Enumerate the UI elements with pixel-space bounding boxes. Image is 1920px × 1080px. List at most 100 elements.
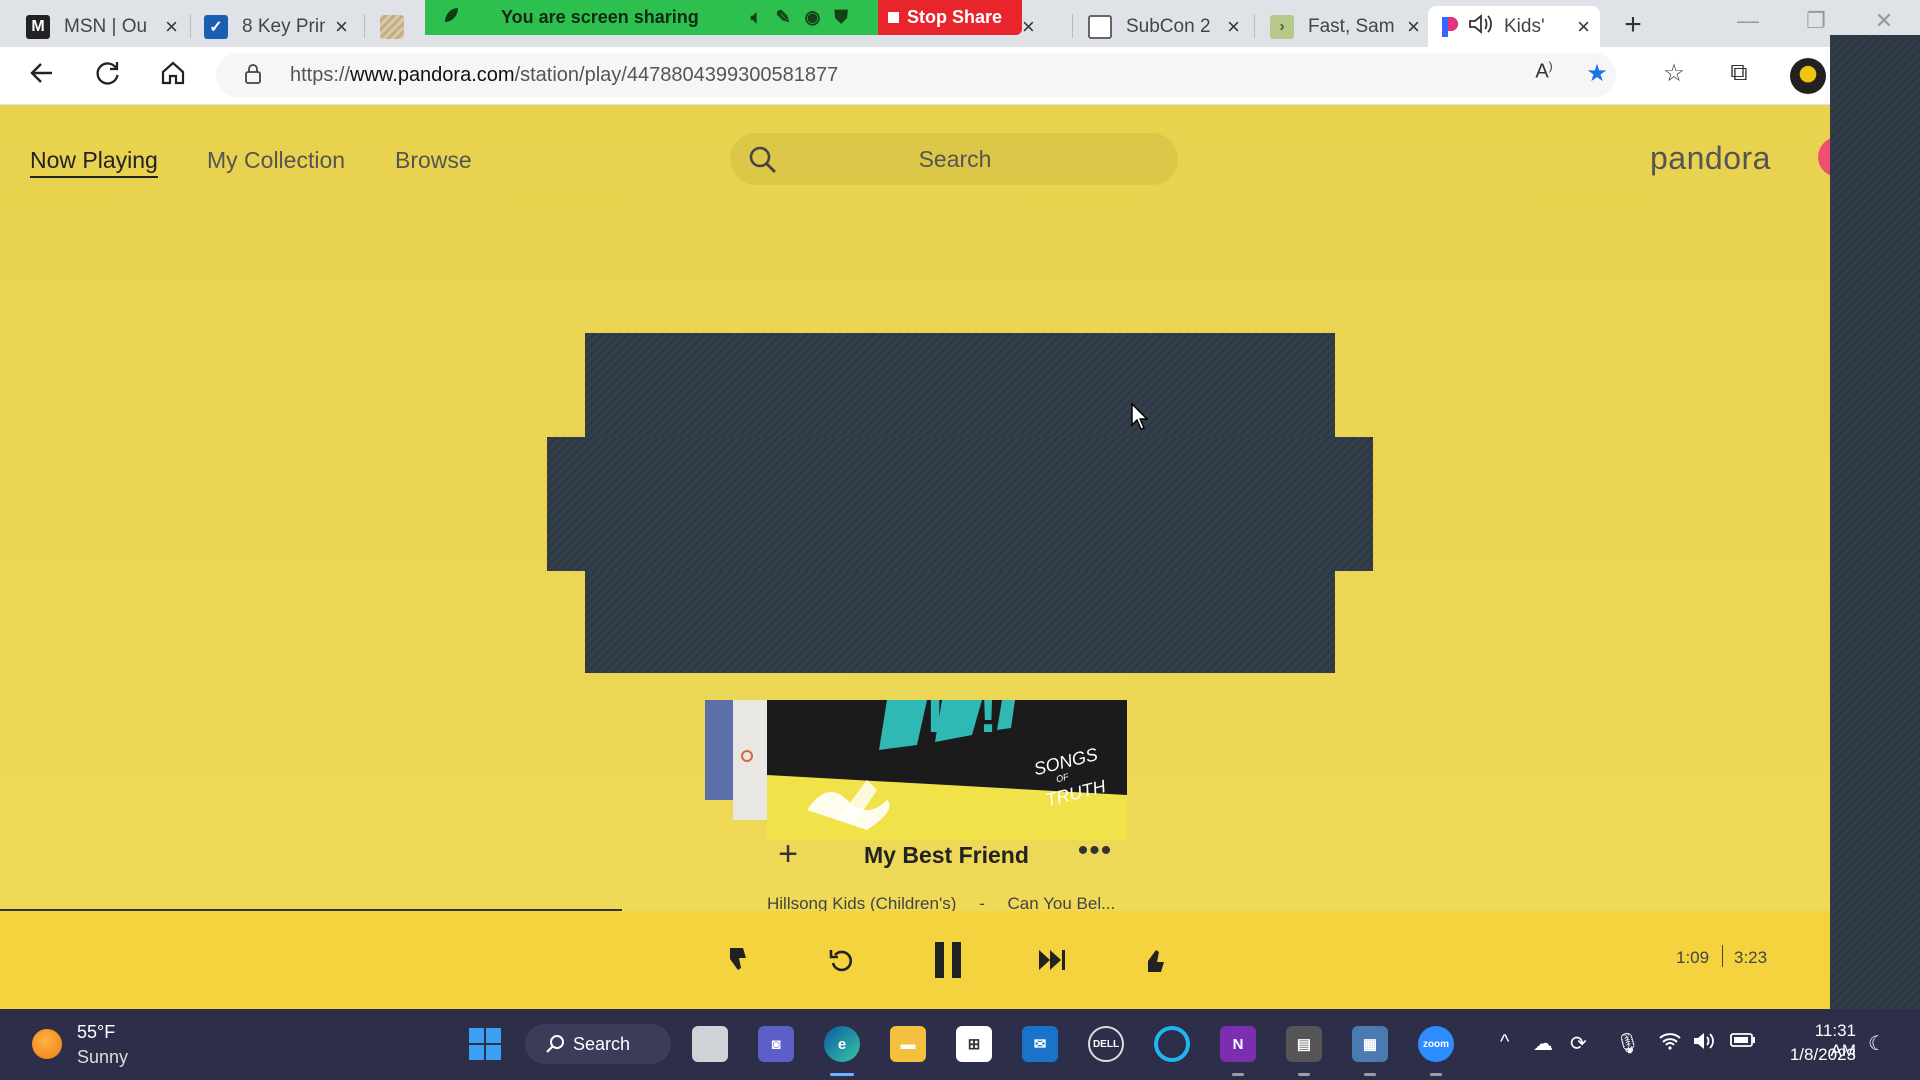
stop-icon (888, 12, 899, 23)
close-window-icon[interactable]: ✕ (1864, 8, 1904, 34)
microphone-icon[interactable]: 🎙︎ (1615, 1031, 1640, 1056)
wifi-icon[interactable] (1658, 1031, 1682, 1057)
search-icon (546, 1035, 564, 1053)
elapsed-time: 1:09 (1676, 948, 1710, 967)
refresh-button[interactable] (90, 59, 126, 95)
tab-untitled[interactable] (370, 6, 426, 47)
search-input[interactable] (790, 133, 1120, 185)
weather-condition[interactable]: Sunny (77, 1047, 128, 1068)
pause-icon (935, 942, 961, 978)
shield-icon[interactable]: ⛊ (834, 7, 848, 28)
profile-avatar[interactable] (1818, 137, 1830, 177)
taskbar-search-label: Search (573, 1033, 631, 1054)
tab-close-hidden[interactable]: × (1022, 6, 1052, 47)
tab-msn[interactable]: M MSN | Ou × (16, 6, 188, 47)
profile-avatar[interactable] (1790, 58, 1826, 94)
restore-icon[interactable]: ❐ (1796, 8, 1836, 34)
back-button[interactable] (24, 59, 60, 95)
lock-icon[interactable] (244, 63, 262, 84)
thumbs-up-button[interactable] (1131, 935, 1181, 985)
url-text: https://www.pandora.com/station/play/447… (290, 64, 838, 87)
address-bar: https://www.pandora.com/station/play/447… (0, 47, 1830, 105)
close-tab-icon[interactable]: × (335, 14, 348, 40)
tab-key-principles[interactable]: ✓ 8 Key Prin × (194, 6, 358, 47)
pause-button[interactable] (923, 935, 973, 985)
nav-my-collection[interactable]: My Collection (207, 147, 345, 174)
printer-icon[interactable]: ▤ (1286, 1026, 1322, 1062)
msn-icon: M (26, 14, 50, 39)
search-icon (748, 145, 778, 180)
zoom-icon[interactable]: zoom (1418, 1026, 1454, 1062)
album-art[interactable]: IT! SONGS OF TRUTH (767, 700, 1127, 840)
close-tab-icon[interactable]: × (1577, 14, 1590, 40)
tab-pandora-kids[interactable]: Kids' × (1428, 6, 1600, 47)
stop-share-button[interactable]: Stop Share (878, 0, 1022, 35)
volume-icon[interactable] (1692, 1031, 1716, 1057)
nav-browse[interactable]: Browse (395, 147, 472, 174)
mail-icon[interactable]: ✉ (1022, 1026, 1058, 1062)
chevron-up-icon[interactable]: ^ (1500, 1031, 1509, 1054)
task-view-icon[interactable] (692, 1026, 728, 1062)
redacted-overlay (1830, 35, 1920, 1009)
speaker-icon[interactable]: 🔈︎ (751, 7, 762, 28)
cloud-icon[interactable]: ☁ (1533, 1031, 1553, 1056)
favorites-icon[interactable]: ☆ (1656, 59, 1692, 88)
url-field[interactable]: https://www.pandora.com/station/play/447… (216, 53, 1616, 97)
thumbs-up-icon (1148, 950, 1164, 972)
weather-temp[interactable]: 55°F (77, 1022, 115, 1043)
total-time: 3:23 (1734, 948, 1768, 967)
checkmark-icon: ✓ (204, 14, 228, 39)
battery-icon[interactable] (1730, 1031, 1756, 1054)
file-explorer-icon[interactable]: ▬ (890, 1026, 926, 1062)
clock-date[interactable]: 1/8/2023 (1776, 1045, 1856, 1065)
edge-icon[interactable]: e (824, 1026, 860, 1062)
page-icon (1088, 14, 1112, 39)
more-options-button[interactable]: ••• (1070, 836, 1120, 876)
close-tab-icon[interactable]: × (1407, 14, 1420, 40)
tab-title: MSN | Ou (64, 15, 148, 37)
mic-muted-icon[interactable]: ✎ (776, 7, 791, 28)
search-box[interactable] (730, 133, 1178, 185)
start-button[interactable] (467, 1026, 503, 1062)
skip-button[interactable] (1027, 935, 1077, 985)
calculator-icon[interactable]: ▦ (1352, 1026, 1388, 1062)
mouse-cursor-icon (1131, 403, 1149, 430)
close-tab-icon[interactable]: × (1227, 14, 1240, 40)
minimize-icon[interactable]: — (1728, 8, 1768, 34)
chat-icon[interactable]: ◙ (758, 1026, 794, 1062)
close-tab-icon[interactable]: × (165, 14, 178, 40)
onenote-icon[interactable]: N (1220, 1026, 1256, 1062)
cortana-icon[interactable] (1154, 1026, 1190, 1062)
collections-icon[interactable]: ⧉ (1721, 59, 1757, 87)
read-aloud-icon[interactable]: A) (1526, 59, 1562, 84)
screen-share-banner: You are screen sharing 🔈︎ ✎ ◉ ⛊ (425, 0, 878, 35)
new-tab-button[interactable]: + (1615, 8, 1651, 42)
speaker-icon[interactable] (1468, 13, 1494, 41)
track-title[interactable]: My Best Friend (864, 842, 1029, 869)
stripes-icon (380, 14, 404, 39)
replay-button[interactable] (817, 935, 867, 985)
url-host: www.pandora.com (350, 64, 515, 86)
album-art-carousel: IT! SONGS OF TRUTH (705, 670, 1127, 920)
close-tab-icon[interactable]: × (1022, 14, 1035, 40)
album-big-text: IT! (927, 700, 998, 745)
focus-moon-icon[interactable]: ☾ (1868, 1031, 1886, 1056)
tab-subcon[interactable]: SubCon 2 × (1078, 6, 1250, 47)
weather-sun-icon[interactable] (32, 1029, 62, 1059)
store-icon[interactable]: ⊞ (956, 1026, 992, 1062)
dell-icon[interactable]: DELL (1088, 1026, 1124, 1062)
favorite-star-icon[interactable]: ★ (1579, 59, 1615, 88)
chevron-icon: › (1270, 14, 1294, 39)
home-button[interactable] (155, 59, 191, 95)
add-to-collection-button[interactable]: + (768, 836, 808, 876)
pandora-top-nav: Now Playing My Collection Browse pandora (0, 105, 1830, 215)
sync-icon[interactable]: ⟳ (1570, 1031, 1587, 1056)
taskbar-search[interactable]: Search (525, 1024, 671, 1064)
pandora-logo[interactable]: pandora (1650, 140, 1771, 177)
pandora-page: Now Playing My Collection Browse pandora (0, 105, 1830, 1009)
redacted-overlay (547, 437, 1373, 571)
tab-fast[interactable]: › Fast, Sam × (1260, 6, 1430, 47)
nav-now-playing[interactable]: Now Playing (30, 147, 158, 178)
record-icon[interactable]: ◉ (805, 7, 821, 28)
thumbs-down-button[interactable] (713, 935, 763, 985)
